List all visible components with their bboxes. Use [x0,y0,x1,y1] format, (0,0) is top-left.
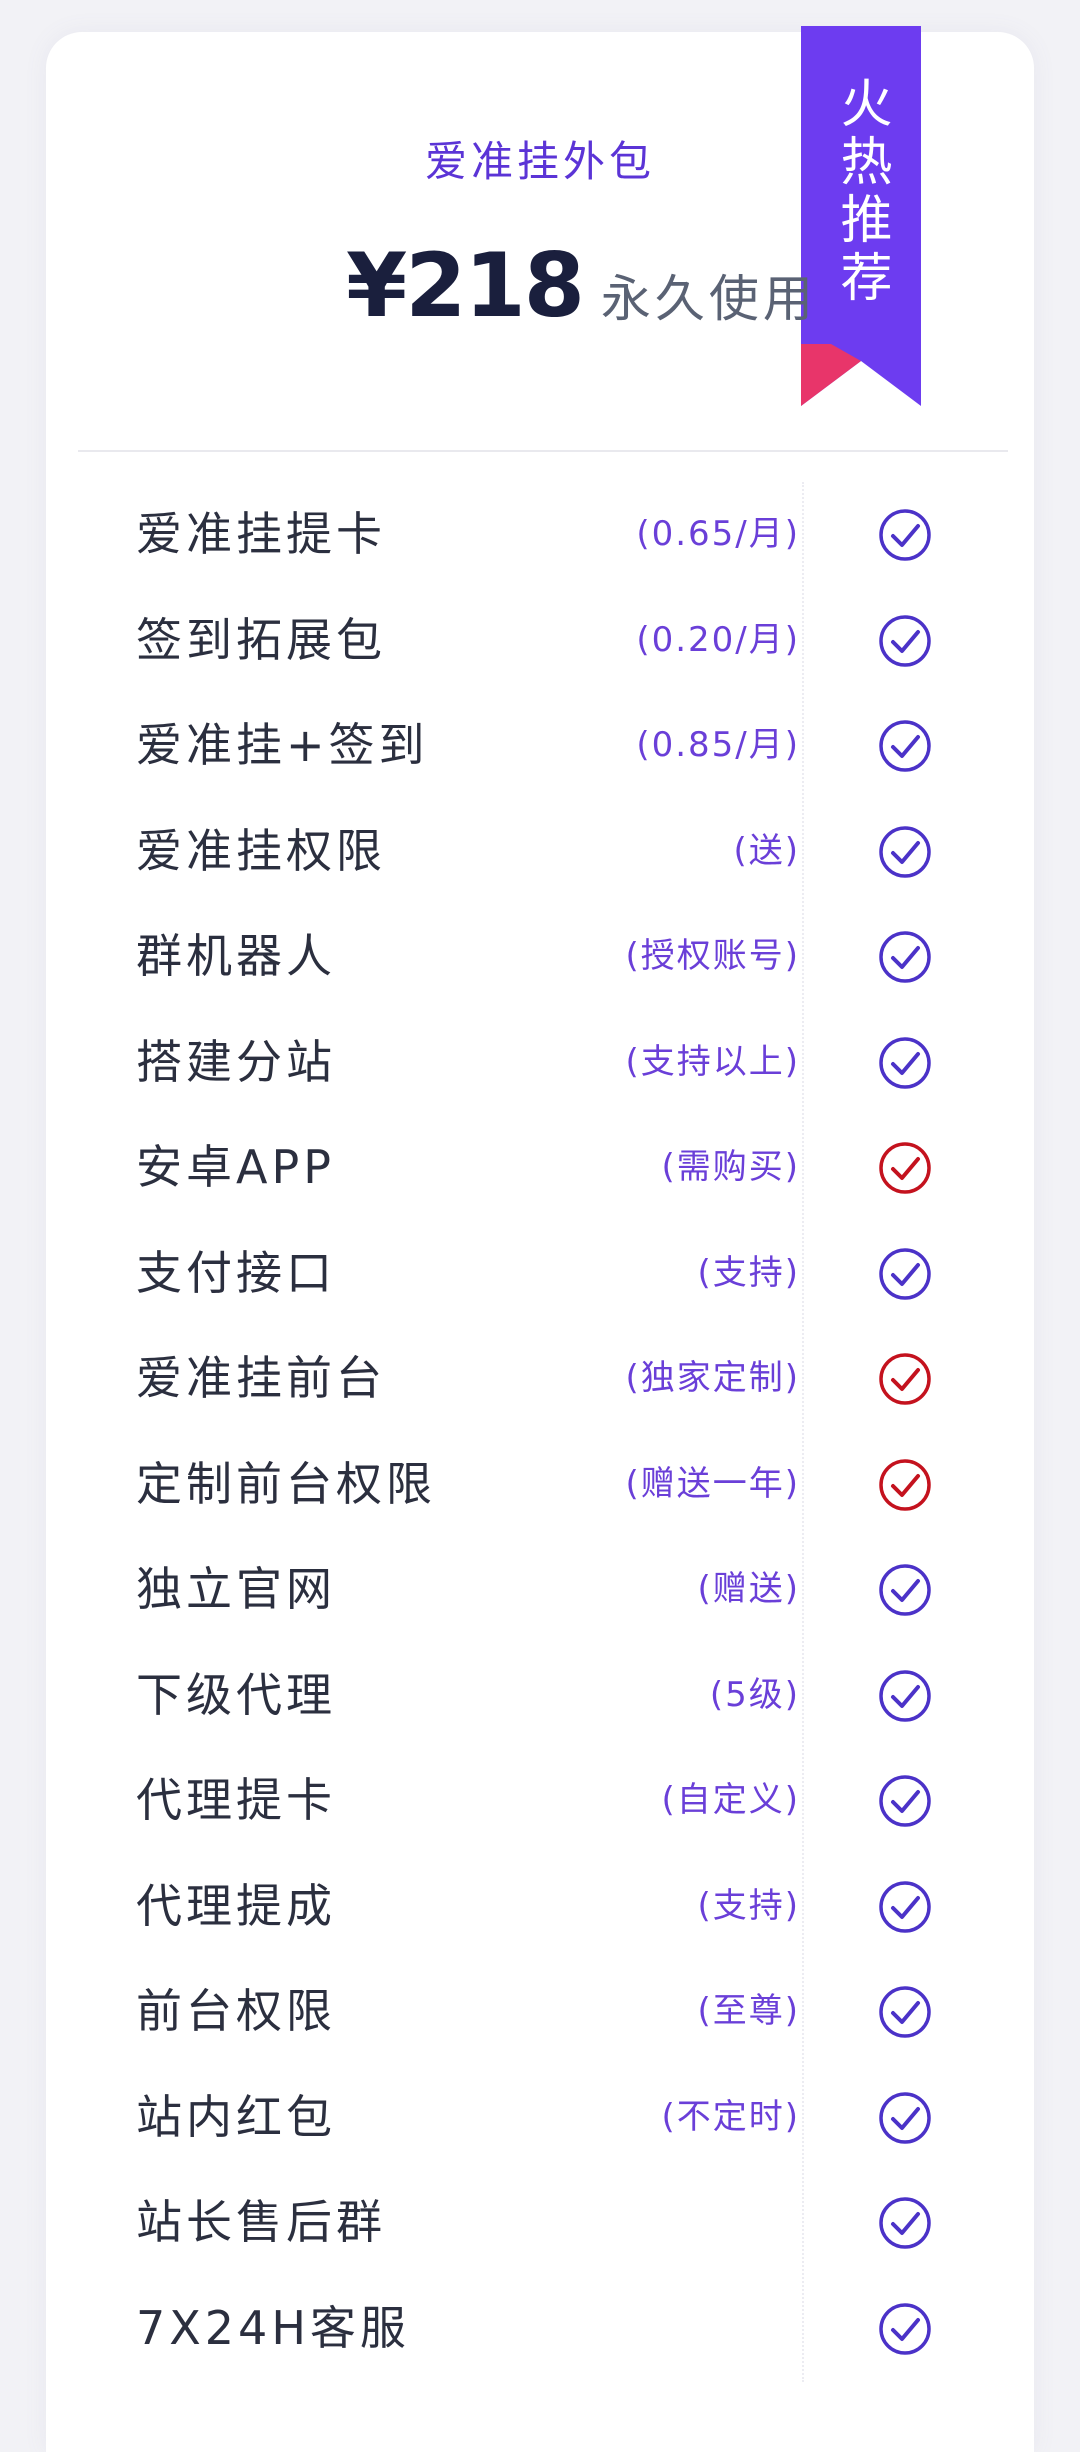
feature-row: 7X24H客服 [0,2276,1080,2382]
check-circle-icon [879,1986,931,2038]
price-period: 永久使用 [600,270,817,328]
feature-label: 安卓APP [136,1140,335,1194]
feature-label: 支付接口 [136,1245,336,1300]
check-circle-icon [879,2091,931,2144]
feature-row: 安卓APP (需购买) [0,1115,1080,1221]
check-circle-icon [879,2302,931,2355]
feature-note: (0.20/月) [636,619,800,660]
price-value: ¥218 [346,234,585,337]
feature-row: 代理提成 (支持) [0,1854,1080,1960]
feature-label: 爱准挂前台 [136,1351,386,1405]
feature-note: (支持) [697,1885,800,1926]
check-circle-icon [879,720,931,772]
feature-note: (0.65/月) [636,514,800,554]
feature-label: 代理提成 [136,1878,336,1933]
feature-note: (不定时) [661,2096,800,2137]
check-circle-icon [879,1353,931,1405]
feature-row: 下级代理 (5级) [0,1643,1080,1749]
feature-row: 爱准挂提卡 (0.65/月) [0,482,1080,588]
feature-label: 站长售后群 [136,2195,386,2249]
feature-row: 爱准挂权限 (送) [0,799,1080,905]
check-circle-icon [879,1775,931,1827]
feature-row: 定制前台权限 (赠送一年) [0,1432,1080,1538]
feature-label: 站内红包 [136,2089,336,2144]
feature-note: (自定义) [661,1780,800,1820]
feature-row: 爱准挂前台 (独家定制) [0,1326,1080,1432]
feature-note: (5级) [709,1674,800,1715]
feature-label: 群机器人 [136,929,336,983]
feature-label: 7X24H客服 [136,2300,410,2355]
check-circle-icon [879,509,931,561]
feature-row: 爱准挂+签到 (0.85/月) [0,693,1080,799]
check-circle-icon [879,931,931,983]
price-row: ¥218 永久使用 [346,234,817,344]
feature-row: 前台权限 (至尊) [0,1959,1080,2065]
check-circle-icon [879,1142,931,1194]
feature-label: 独立官网 [136,1562,336,1616]
ribbon-label: 火热推荐 [831,76,891,308]
check-circle-icon [879,1458,931,1511]
feature-note: (赠送一年) [625,1463,800,1504]
check-circle-icon [879,1564,931,1616]
recommend-ribbon: 火热推荐 [801,26,921,406]
feature-label: 代理提卡 [136,1773,336,1827]
feature-note: (需购买) [661,1147,800,1187]
feature-note: (授权账号) [625,936,800,976]
feature-row: 搭建分站 (支持以上) [0,1010,1080,1116]
package-title: 爱准挂外包 [424,137,655,186]
check-circle-icon [879,1669,931,1722]
feature-label: 签到拓展包 [136,612,386,667]
check-circle-icon [879,614,931,667]
feature-list: 爱准挂提卡 (0.65/月) 签到拓展包 (0.20/月) 爱准挂+签到 (0.85/月)… [0,482,1080,2381]
feature-label: 下级代理 [136,1667,336,1722]
check-circle-icon [879,1247,931,1300]
header-divider [78,450,1008,452]
feature-row: 独立官网 (赠送) [0,1537,1080,1643]
feature-note: (独家定制) [625,1358,800,1398]
feature-note: (至尊) [697,1991,800,2031]
feature-note: (赠送) [697,1569,800,1609]
feature-label: 前台权限 [136,1984,336,2038]
feature-row: 站长售后群 [0,2170,1080,2276]
feature-note: (支持) [697,1252,800,1293]
feature-row: 代理提卡 (自定义) [0,1748,1080,1854]
feature-row: 群机器人 (授权账号) [0,904,1080,1010]
feature-note: (0.85/月) [636,725,800,765]
feature-label: 搭建分站 [136,1034,336,1089]
feature-label: 爱准挂提卡 [136,507,386,561]
feature-row: 站内红包 (不定时) [0,2065,1080,2171]
feature-note: (支持以上) [625,1041,800,1082]
check-circle-icon [879,1880,931,1933]
feature-row: 支付接口 (支持) [0,1221,1080,1327]
feature-label: 爱准挂权限 [136,823,386,878]
check-circle-icon [879,1036,931,1089]
feature-label: 爱准挂+签到 [136,718,429,772]
check-circle-icon [879,825,931,878]
feature-note: (送) [733,830,800,871]
feature-label: 定制前台权限 [136,1456,436,1511]
feature-row: 签到拓展包 (0.20/月) [0,588,1080,694]
check-circle-icon [879,2197,931,2249]
